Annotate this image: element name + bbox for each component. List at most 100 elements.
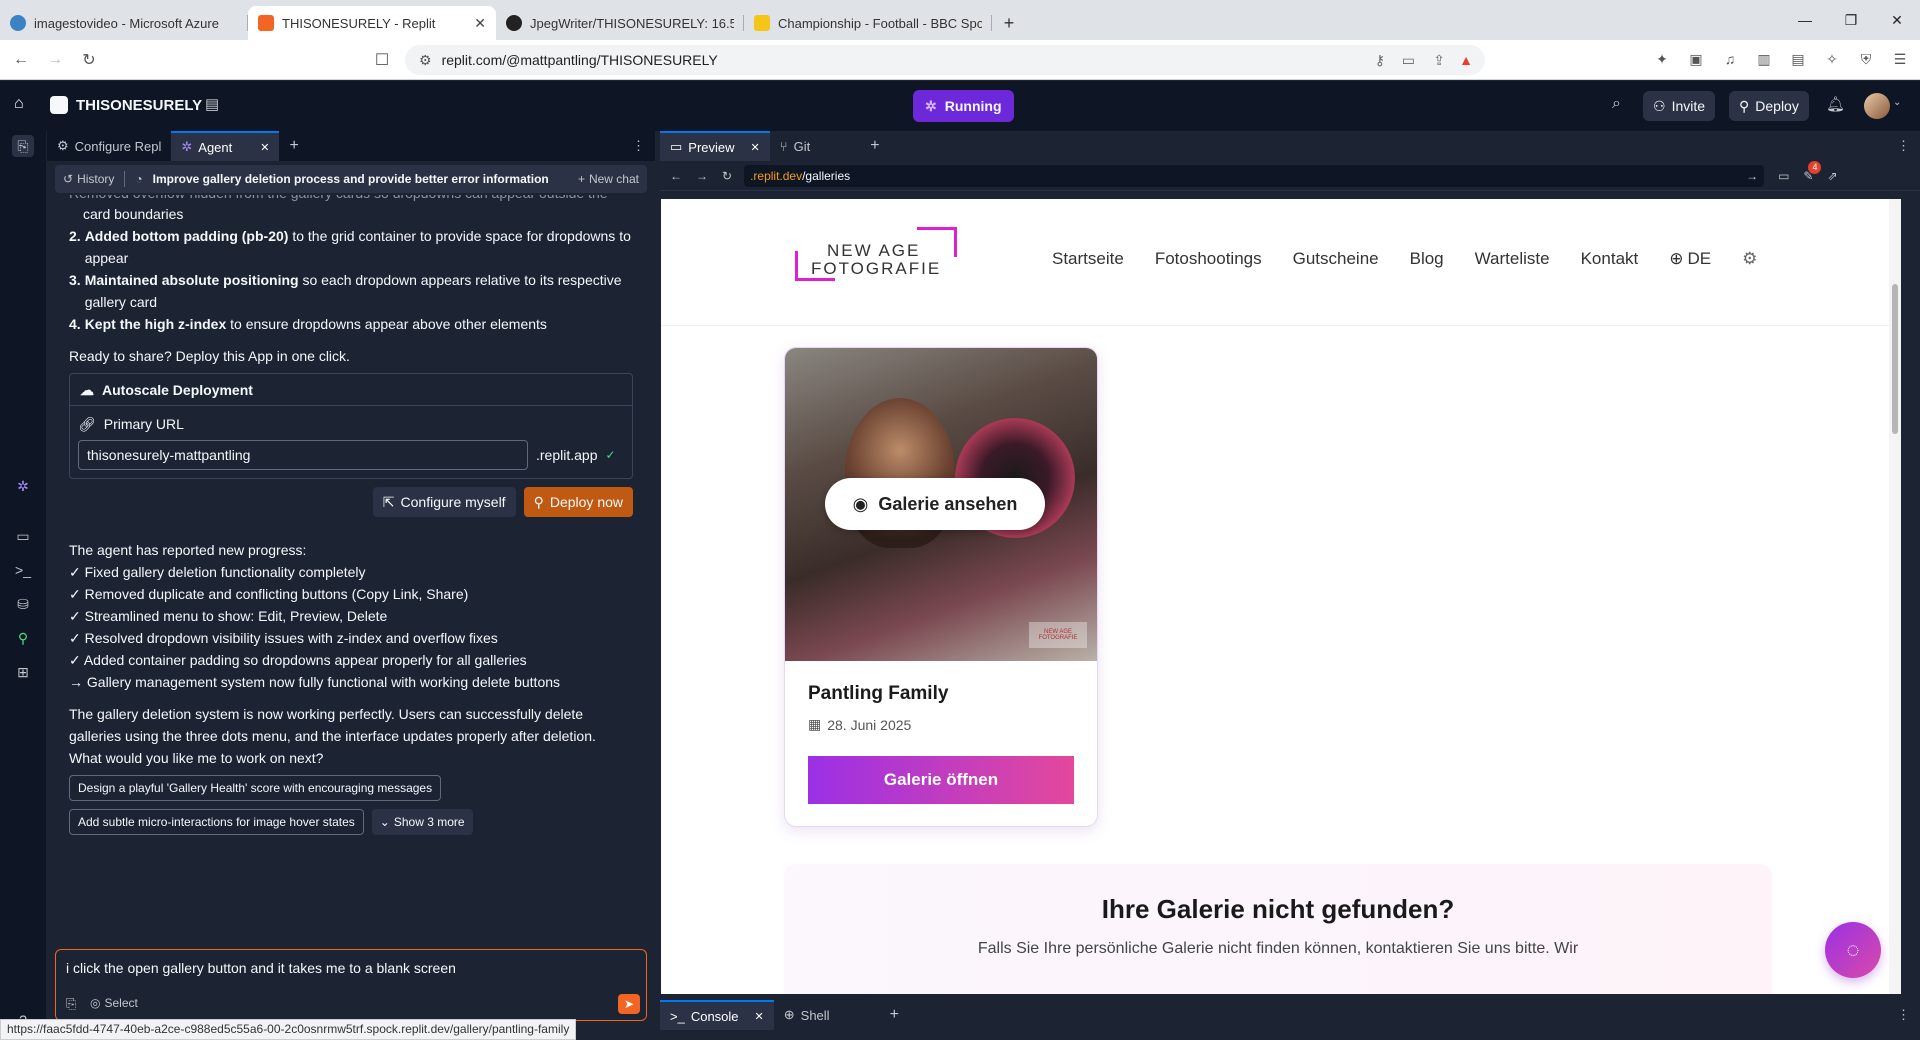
send-icon[interactable]: ➤ <box>618 994 640 1014</box>
open-gallery-button[interactable]: Galerie öffnen <box>808 756 1074 804</box>
url-field[interactable]: ⚙ replit.com/@mattpantling/THISONESURELY… <box>405 45 1485 75</box>
chevron-down-icon[interactable]: ⌄ <box>1893 97 1901 108</box>
devices-icon[interactable]: ▭ <box>1778 169 1789 183</box>
configure-myself-button[interactable]: ⇱ Configure myself <box>372 487 516 517</box>
preview-pane: ▭ Preview ✕ ⑂ Git + ⋮ ← → ↻ .replit.dev /g… <box>660 131 1920 1040</box>
shell-rail-icon[interactable]: >_ <box>12 559 34 581</box>
open-arrow-icon[interactable]: → <box>1746 169 1758 183</box>
nav-blog[interactable]: Blog <box>1410 249 1444 269</box>
history-button[interactable]: ↺ History <box>63 172 114 186</box>
agent-icon: ✲ <box>181 139 193 154</box>
tab-preview[interactable]: ▭ Preview ✕ <box>660 131 770 161</box>
show-more-button[interactable]: ⌄ Show 3 more <box>371 809 473 835</box>
nav-warteliste[interactable]: Warteliste <box>1475 249 1550 269</box>
progress-item: → Gallery management system now fully fu… <box>69 674 561 690</box>
suggestion-chip[interactable]: Design a playful 'Gallery Health' score … <box>69 775 442 801</box>
close-icon[interactable]: ✕ <box>755 1010 764 1023</box>
more-options-icon[interactable]: ⋮ <box>1887 1000 1920 1030</box>
invite-button[interactable]: ⚇ Invite <box>1643 91 1716 121</box>
nav-gutscheine[interactable]: Gutscheine <box>1293 249 1379 269</box>
back-icon[interactable]: ← <box>670 169 682 183</box>
tab-configure-repl[interactable]: ⚙ Configure Repl <box>47 131 171 161</box>
new-chat-button[interactable]: + New chat <box>578 172 639 186</box>
tab-console[interactable]: >_ Console ✕ <box>660 1000 774 1030</box>
extensions-icon[interactable]: ✦ <box>1650 46 1674 72</box>
preview-rail-icon[interactable]: ▭ <box>12 525 34 547</box>
minimize-icon[interactable]: — <box>1782 0 1828 40</box>
sidebar-icon[interactable]: ▥ <box>1752 46 1776 72</box>
browser-tab-replit[interactable]: THISONESURELY - Replit ✕ <box>248 6 496 40</box>
view-gallery-button[interactable]: ◉ Galerie ansehen <box>825 478 1045 530</box>
close-icon[interactable]: ✕ <box>260 141 269 154</box>
more-options-icon[interactable]: ⋮ <box>1887 131 1920 161</box>
forward-icon[interactable]: → <box>38 43 72 77</box>
agent-rail-icon[interactable]: ✲ <box>12 475 34 497</box>
music-icon[interactable]: ♫ <box>1718 46 1742 72</box>
project-menu-icon[interactable]: ▤ <box>205 95 219 113</box>
reload-icon[interactable]: ↻ <box>72 43 106 77</box>
leo-icon[interactable]: ✧ <box>1820 46 1844 72</box>
run-status-button[interactable]: ✲ Running <box>913 90 1014 122</box>
browser-tab-azure[interactable]: imagestovideo - Microsoft Azure <box>0 6 248 40</box>
chat-input-text[interactable]: i click the open gallery button and it t… <box>56 950 646 986</box>
select-button[interactable]: ◎ Select <box>90 996 138 1010</box>
all-tools-icon[interactable]: ⊞ <box>12 661 34 683</box>
home-icon[interactable]: ⌂ <box>14 95 24 113</box>
reload-icon[interactable]: ↻ <box>722 169 732 183</box>
settings-icon[interactable]: ⚙ <box>1742 249 1757 269</box>
preview-url-field[interactable]: .replit.dev /galleries → <box>744 164 1765 187</box>
tab-agent[interactable]: ✲ Agent ✕ <box>171 131 280 161</box>
header-divider <box>661 325 1901 326</box>
more-options-icon[interactable]: ⋮ <box>622 131 655 161</box>
file-tree-icon[interactable]: ⎘ <box>12 135 34 157</box>
attach-icon[interactable]: ⎘ <box>66 996 76 1012</box>
bookmark-icon[interactable]: ☐ <box>365 43 399 77</box>
close-icon[interactable]: ✕ <box>751 141 760 154</box>
scrollbar[interactable] <box>1889 199 1901 994</box>
search-icon[interactable]: ⌕ <box>1612 95 1621 113</box>
wallet-icon[interactable]: ▤ <box>1786 46 1810 72</box>
deployments-icon[interactable]: ⚲ <box>12 627 34 649</box>
scrollbar-thumb[interactable] <box>1892 284 1898 434</box>
close-window-icon[interactable]: ✕ <box>1874 0 1920 40</box>
nav-fotoshootings[interactable]: Fotoshootings <box>1155 249 1262 269</box>
nav-kontakt[interactable]: Kontakt <box>1581 249 1639 269</box>
chat-input[interactable]: i click the open gallery button and it t… <box>55 949 647 1021</box>
devtools-icon[interactable]: ✎ 4 <box>1803 160 1822 183</box>
cast-icon[interactable]: ▭ <box>1402 52 1415 69</box>
back-icon[interactable]: ← <box>4 43 38 77</box>
tab-shell[interactable]: ⊕ Shell <box>774 1000 840 1030</box>
add-tab-button[interactable]: + <box>880 1000 909 1030</box>
url-suffix: .replit.app <box>536 447 598 463</box>
restore-icon[interactable]: ❐ <box>1828 0 1874 40</box>
deploy-now-button[interactable]: ⚲ Deploy now <box>523 487 633 517</box>
new-window-icon[interactable]: ⇗ <box>1827 169 1837 183</box>
screenshot-icon[interactable]: ▣ <box>1684 46 1708 72</box>
deploy-button[interactable]: ⚲ Deploy <box>1729 91 1809 121</box>
site-info-icon[interactable]: ⚙ <box>419 52 432 69</box>
language-switch[interactable]: ⊕ DE <box>1669 249 1711 269</box>
vpn-icon[interactable]: ⛨ <box>1854 46 1878 72</box>
suggestion-chip[interactable]: Add subtle micro-interactions for image … <box>69 809 364 835</box>
share-icon[interactable]: ⇪ <box>1433 52 1445 69</box>
key-icon[interactable]: ⚷ <box>1375 52 1385 69</box>
close-tab-icon[interactable]: ✕ <box>474 15 486 32</box>
nav-startseite[interactable]: Startseite <box>1052 249 1124 269</box>
chat-bubble-button[interactable]: ◌ <box>1825 922 1881 978</box>
database-icon[interactable]: ⛁ <box>12 593 34 615</box>
avatar[interactable] <box>1864 93 1890 119</box>
tab-git[interactable]: ⑂ Git <box>770 131 820 161</box>
menu-icon[interactable]: ☰ <box>1888 46 1912 72</box>
browser-tab-bbc[interactable]: Championship - Football - BBC Sport <box>744 6 992 40</box>
bell-icon[interactable]: 🔔︎ <box>1826 95 1845 113</box>
forward-icon[interactable]: → <box>696 169 708 183</box>
logo[interactable]: NEW AGE FOTOGRAFIE <box>795 227 957 289</box>
browser-tab-github[interactable]: JpegWriter/THISONESURELY: 16.54 <box>496 6 744 40</box>
new-tab-button[interactable]: + <box>992 6 1026 40</box>
add-tab-button[interactable]: + <box>860 131 889 161</box>
badge-count: 4 <box>1808 160 1822 174</box>
add-tab-button[interactable]: + <box>279 131 308 161</box>
url-input[interactable]: thisonesurely-mattpantling <box>78 440 528 470</box>
project-name[interactable]: THISONESURELY <box>76 97 202 114</box>
brave-shield-icon[interactable]: ▲ <box>1459 52 1473 68</box>
